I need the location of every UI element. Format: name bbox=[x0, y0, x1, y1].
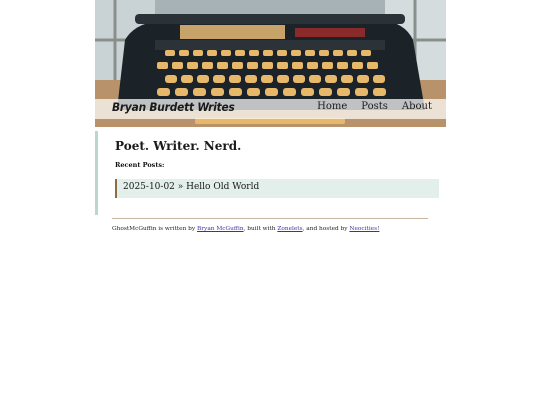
neocities-link[interactable]: Neocities! bbox=[349, 226, 379, 232]
content-area: Poet. Writer. Nerd. Recent Posts: 2025-1… bbox=[95, 131, 446, 215]
nav-home-link[interactable]: Home bbox=[317, 101, 347, 112]
post-list-item: 2025-10-02 » Hello Old World bbox=[115, 179, 439, 198]
nav-posts-link[interactable]: Posts bbox=[361, 101, 388, 112]
page: Bryan Burdett Writes Home Posts About Po… bbox=[95, 0, 446, 232]
main-nav: Home Posts About bbox=[317, 101, 432, 112]
author-link[interactable]: Bryan McGuffin bbox=[197, 226, 244, 232]
post-link[interactable]: 2025-10-02 » Hello Old World bbox=[123, 182, 259, 192]
site-title[interactable]: Bryan Burdett Writes bbox=[112, 100, 235, 114]
footer: GhostMcGuffin is written by Bryan McGuff… bbox=[112, 226, 379, 232]
footer-divider bbox=[112, 218, 428, 219]
footer-text: , and hosted by bbox=[302, 226, 350, 232]
nav-bar: Bryan Burdett Writes Home Posts About bbox=[95, 99, 446, 119]
nav-about-link[interactable]: About bbox=[402, 101, 432, 112]
header-image: Bryan Burdett Writes Home Posts About bbox=[95, 0, 446, 127]
footer-text: , built with bbox=[243, 226, 278, 232]
zonelets-link[interactable]: Zonelets bbox=[277, 226, 302, 232]
footer-text: GhostMcGuffin is written by bbox=[112, 226, 198, 232]
page-tagline: Poet. Writer. Nerd. bbox=[115, 139, 242, 153]
recent-posts-heading: Recent Posts: bbox=[115, 161, 165, 169]
